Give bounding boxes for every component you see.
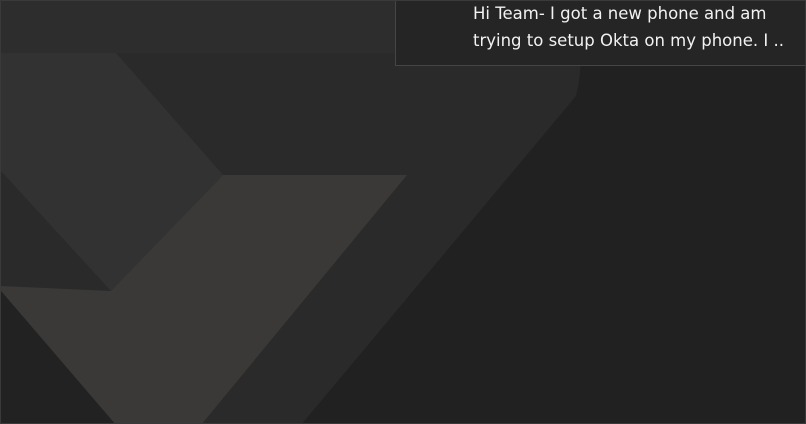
notification-message-line-2: trying to setup Okta on my phone. I ... — [473, 31, 785, 50]
wallpaper-top-band — [1, 1, 395, 53]
notification-message-line-1: Hi Team- I got a new phone and am — [473, 4, 767, 23]
desktop-preview: Hi Team- I got a new phone and am trying… — [0, 0, 806, 424]
notification-toast[interactable]: Hi Team- I got a new phone and am trying… — [395, 1, 805, 66]
